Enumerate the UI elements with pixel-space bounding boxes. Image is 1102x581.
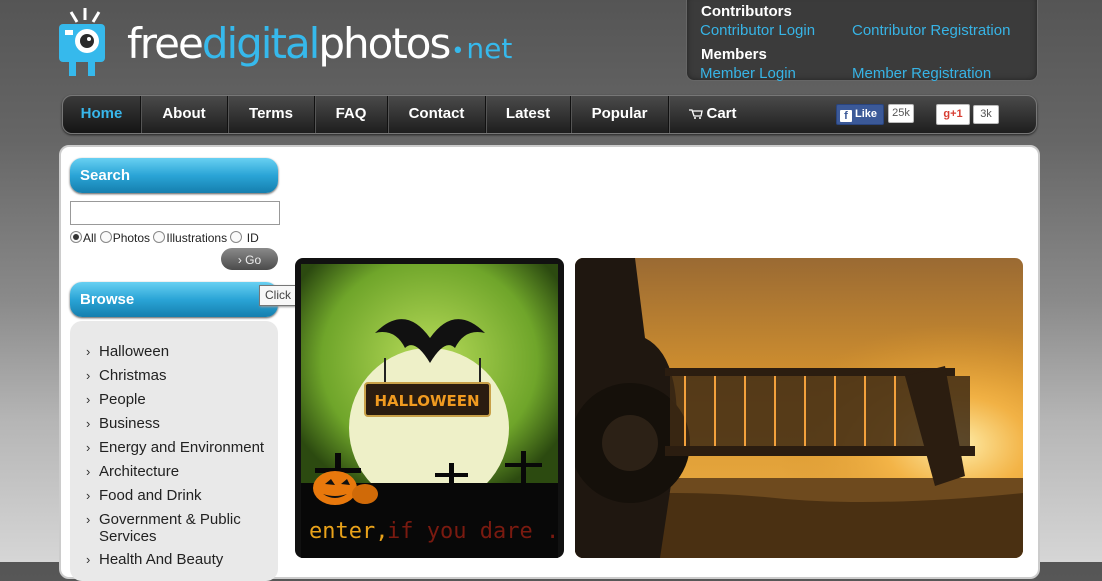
nav-cart-label: Cart <box>706 105 737 122</box>
nav-faq[interactable]: FAQ <box>315 96 388 133</box>
member-login-link[interactable]: Member Login <box>700 65 796 82</box>
category-label: Business <box>99 415 160 432</box>
cart-icon <box>689 109 704 119</box>
radio-photos-label: Photos <box>112 231 151 245</box>
chevron-right-icon: › <box>86 416 91 431</box>
category-energy[interactable]: › Energy and Environment <box>86 439 269 456</box>
chevron-right-icon: › <box>86 368 91 383</box>
member-registration-link[interactable]: Member Registration <box>852 65 991 82</box>
featured-image-halloween[interactable]: HALLOWEEN enter, if you dare ... <box>295 258 564 558</box>
chevron-right-icon: › <box>86 440 91 455</box>
halloween-banner-text: HALLOWEEN <box>374 392 479 410</box>
category-government[interactable]: › Government & Public Services <box>86 511 259 545</box>
category-people[interactable]: › People <box>86 391 269 408</box>
google-plus-count: 3k <box>973 105 999 124</box>
chevron-right-icon: › <box>86 344 91 359</box>
halloween-tagline-2: if you dare ... <box>387 519 564 544</box>
chevron-right-icon: › <box>86 392 91 407</box>
chevron-right-icon: › <box>86 464 91 479</box>
radio-photos[interactable] <box>99 231 112 243</box>
facebook-like-count: 25k <box>888 104 914 123</box>
logo-photos-text: photos <box>318 19 451 68</box>
contributors-heading: Contributors <box>701 3 792 20</box>
facebook-icon: f <box>840 110 852 122</box>
search-input[interactable] <box>70 201 280 225</box>
nav-latest[interactable]: Latest <box>486 96 571 133</box>
camera-mascot-icon <box>59 8 105 76</box>
halloween-illustration: HALLOWEEN enter, if you dare ... <box>295 258 564 558</box>
nav-home[interactable]: Home <box>63 96 141 133</box>
facebook-like-label: Like <box>855 108 878 120</box>
contributor-login-link[interactable]: Contributor Login <box>700 22 815 39</box>
chevron-right-icon: › <box>86 512 91 527</box>
contributor-registration-link[interactable]: Contributor Registration <box>852 22 1010 39</box>
category-christmas[interactable]: › Christmas <box>86 367 269 384</box>
radio-all[interactable] <box>70 231 82 243</box>
radio-id[interactable] <box>230 231 243 243</box>
radio-illustrations[interactable] <box>153 231 166 243</box>
category-label: People <box>99 391 146 408</box>
account-panel: Contributors Contributor Login Contribut… <box>686 0 1038 82</box>
chevron-right-icon: › <box>86 552 91 567</box>
logo-digital-text: digital <box>201 19 321 68</box>
category-label: Architecture <box>99 463 180 480</box>
logo-free-text: free <box>127 19 204 68</box>
search-heading: Search <box>70 158 278 193</box>
category-label: Government & Public Services <box>99 511 241 545</box>
category-business[interactable]: › Business <box>86 415 269 432</box>
nav-contact[interactable]: Contact <box>388 96 486 133</box>
go-label: Go <box>245 253 262 267</box>
go-button[interactable]: › Go <box>221 248 278 270</box>
radio-id-label: ID <box>246 231 259 245</box>
site-logo[interactable]: freedigitalphotos•net <box>57 6 587 78</box>
halloween-tagline-1: enter, <box>309 519 388 544</box>
category-label: Food and Drink <box>99 487 202 504</box>
google-plus-button[interactable]: g+1 <box>936 104 970 125</box>
search-type-options: All Photos Illustrations ID <box>70 231 259 245</box>
category-label: Energy and Environment <box>99 439 265 456</box>
nav-terms[interactable]: Terms <box>228 96 315 133</box>
category-architecture[interactable]: › Architecture <box>86 463 269 480</box>
browse-heading: Browse <box>70 282 278 317</box>
category-halloween[interactable]: › Halloween <box>86 343 269 360</box>
radio-illustrations-label: Illustrations <box>166 231 228 245</box>
chevron-right-icon: › <box>86 488 91 503</box>
category-health[interactable]: › Health And Beauty <box>86 551 269 568</box>
harvester-sunset-photo <box>575 258 1023 558</box>
logo-wordmark: freedigitalphotos•net <box>127 20 512 76</box>
category-label: Halloween <box>99 343 170 360</box>
nav-popular[interactable]: Popular <box>571 96 669 133</box>
members-heading: Members <box>701 46 767 63</box>
featured-image-harvester[interactable] <box>575 258 1023 558</box>
category-label: Health And Beauty <box>99 551 224 568</box>
nav-cart[interactable]: Cart <box>669 96 757 133</box>
logo-net-text: net <box>466 32 513 65</box>
radio-all-label: All <box>83 231 97 245</box>
facebook-like-button[interactable]: f Like <box>836 104 884 125</box>
nav-about[interactable]: About <box>141 96 228 133</box>
category-label: Christmas <box>99 367 167 384</box>
category-food[interactable]: › Food and Drink <box>86 487 269 504</box>
logo-dot: • <box>451 39 465 64</box>
